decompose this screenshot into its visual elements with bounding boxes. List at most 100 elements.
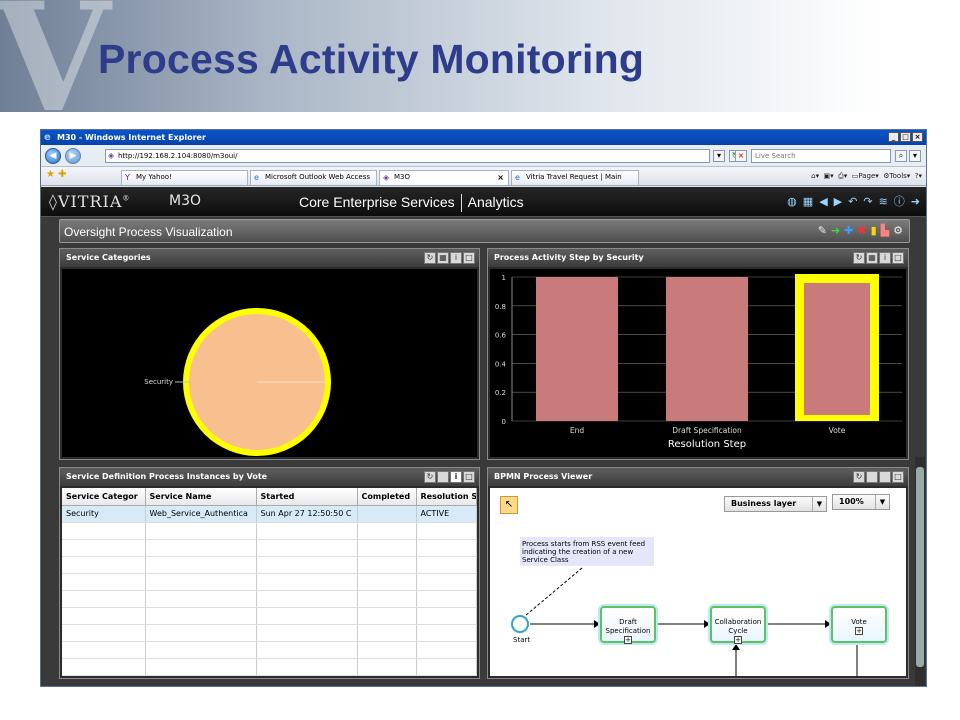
table-row[interactable] xyxy=(62,641,477,659)
maximize-icon[interactable]: □ xyxy=(463,252,475,264)
task-draft-specification[interactable]: Draft Specification + xyxy=(600,606,656,644)
table-cell xyxy=(416,641,477,659)
page-menu[interactable]: ▭Page▾ xyxy=(852,172,879,180)
bar-chart-icon[interactable]: ▙ xyxy=(881,224,889,238)
minimize-button[interactable]: _ xyxy=(888,132,899,142)
tab-m3o[interactable]: ◈ M3O × xyxy=(379,170,509,185)
activity-step-panel: Process Activity Step by Security ↻ ▦ i … xyxy=(487,248,909,460)
table-row[interactable] xyxy=(62,590,477,608)
tab-outlook[interactable]: e Microsoft Outlook Web Access xyxy=(250,170,377,185)
expand-icon[interactable]: + xyxy=(855,627,863,635)
column-header[interactable]: Completed xyxy=(357,488,417,506)
bar[interactable] xyxy=(666,277,748,421)
search-input[interactable]: Live Search xyxy=(751,149,891,163)
table-row[interactable] xyxy=(62,658,477,676)
scrollbar-thumb[interactable] xyxy=(916,467,924,667)
column-header[interactable]: Resolution S xyxy=(416,488,477,506)
bar[interactable] xyxy=(536,277,618,421)
table-cell xyxy=(416,624,477,642)
refresh-icon[interactable]: ↻ xyxy=(424,471,436,483)
refresh-icon[interactable]: ↻ xyxy=(424,252,436,264)
table-row[interactable]: Security Web_Service_Authentica Sun Apr 27… xyxy=(62,505,477,523)
tab-vitria-travel[interactable]: e Vitria Travel Request | Main xyxy=(511,170,639,185)
table-view-icon[interactable]: ▦ xyxy=(866,252,878,264)
forward-arrow-icon[interactable]: ▶ xyxy=(834,195,842,209)
table-row[interactable] xyxy=(62,522,477,540)
info-icon[interactable]: i xyxy=(450,471,462,483)
chat-icon[interactable]: ◍ xyxy=(787,195,797,209)
maximize-icon[interactable]: □ xyxy=(892,471,904,483)
table-row[interactable] xyxy=(62,607,477,625)
search-options-icon[interactable]: ▾ xyxy=(909,150,921,162)
browser-window: e M30 - Windows Internet Explorer _ □ × … xyxy=(40,129,927,687)
maximize-icon[interactable]: □ xyxy=(463,471,475,483)
refresh-icon[interactable]: ↻ xyxy=(853,471,865,483)
task-vote[interactable]: Vote + xyxy=(831,606,887,643)
table-cell xyxy=(357,573,417,591)
delete-icon[interactable]: ✖ xyxy=(857,224,866,238)
table-cell xyxy=(357,505,417,523)
blank-icon[interactable] xyxy=(879,471,891,483)
m3o-favicon-icon: ◈ xyxy=(383,173,390,182)
layers-icon[interactable]: ≋ xyxy=(879,195,888,209)
blank-icon[interactable] xyxy=(866,471,878,483)
search-icon[interactable]: ⌕ xyxy=(895,150,907,162)
column-header[interactable]: Service Categor xyxy=(62,488,146,506)
table-cell xyxy=(357,658,417,676)
table-view-icon[interactable]: ▦ xyxy=(437,252,449,264)
help-icon[interactable]: ?▾ xyxy=(915,172,922,180)
maximize-button[interactable]: □ xyxy=(900,132,911,142)
start-event[interactable] xyxy=(511,615,529,633)
panel-title: Service Categories xyxy=(66,253,151,262)
home-icon[interactable]: ⌂▾ xyxy=(811,172,819,180)
column-header[interactable]: Started xyxy=(256,488,358,506)
redo-icon[interactable]: ↷ xyxy=(863,195,872,209)
chart-icon[interactable]: ▮ xyxy=(871,224,877,238)
back-button[interactable]: ◀ xyxy=(45,148,61,164)
feeds-icon[interactable]: ▣▾ xyxy=(824,172,834,180)
stop-icon[interactable]: × xyxy=(735,150,747,162)
table-row[interactable] xyxy=(62,573,477,591)
info-icon[interactable]: i xyxy=(450,252,462,264)
table-row[interactable] xyxy=(62,624,477,642)
table-cell xyxy=(62,539,146,557)
oversight-bar: Oversight Process Visualization ✎ ➜ ✚ ✖ … xyxy=(59,219,910,243)
info-icon[interactable]: i xyxy=(879,252,891,264)
ie-icon: e xyxy=(44,132,51,143)
undo-icon[interactable]: ↶ xyxy=(848,195,857,209)
instances-panel: Service Definition Process Instances by … xyxy=(59,467,480,679)
table-row[interactable] xyxy=(62,539,477,557)
column-header[interactable]: Service Name xyxy=(145,488,257,506)
go-arrow-icon[interactable]: ➜ xyxy=(831,224,840,238)
app-scrollbar[interactable] xyxy=(915,457,925,686)
back-arrow-icon[interactable]: ◀ xyxy=(819,195,827,209)
expand-icon[interactable]: + xyxy=(734,636,742,644)
add-icon[interactable]: ✚ xyxy=(844,224,853,238)
tools-menu[interactable]: ⚙Tools▾ xyxy=(883,172,910,180)
pointer-tool-icon[interactable]: ↖ xyxy=(500,496,518,514)
task-collaboration-cycle[interactable]: Collaboration Cycle + xyxy=(710,606,766,644)
bar[interactable] xyxy=(804,283,870,415)
forward-button[interactable]: ▶ xyxy=(65,148,81,164)
tab-my-yahoo[interactable]: Y My Yahoo! xyxy=(121,170,248,185)
maximize-icon[interactable]: □ xyxy=(892,252,904,264)
pen-icon[interactable]: ✎ xyxy=(818,224,827,238)
close-window-button[interactable]: × xyxy=(912,132,923,142)
address-dropdown[interactable]: ▾ xyxy=(713,150,725,162)
table-row[interactable] xyxy=(62,556,477,574)
layer-select[interactable]: Business layer ▼ xyxy=(724,496,827,512)
favorites-star-icon[interactable]: ★ ✚ xyxy=(46,169,67,180)
zoom-select[interactable]: 100% ▼ xyxy=(832,494,890,510)
print-icon[interactable]: ⎙▾ xyxy=(838,172,847,180)
grid-icon[interactable]: ▦ xyxy=(803,195,813,209)
blank-icon[interactable] xyxy=(437,471,449,483)
table-cell xyxy=(62,641,146,659)
settings-icon[interactable]: ⚙ xyxy=(893,224,903,238)
refresh-icon[interactable]: ↻ xyxy=(853,252,865,264)
table-cell xyxy=(256,522,358,540)
close-tab-icon[interactable]: × xyxy=(497,171,504,184)
address-input[interactable]: ◈ http://192.168.2.104:8080/m3oui/ xyxy=(105,149,710,163)
info-icon[interactable]: ⓘ xyxy=(894,195,905,209)
logout-icon[interactable]: ➜ xyxy=(911,195,920,209)
expand-icon[interactable]: + xyxy=(624,636,632,644)
